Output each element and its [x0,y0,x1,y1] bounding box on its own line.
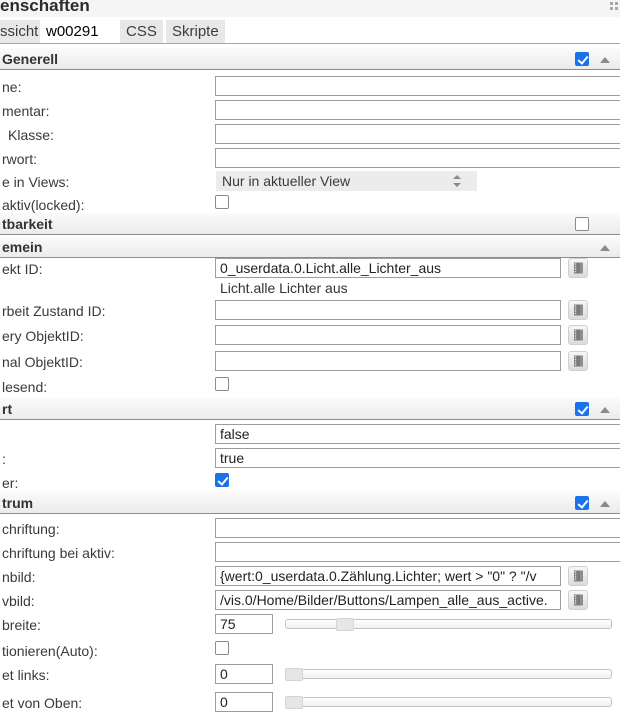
slider-handle[interactable] [336,618,354,631]
links-input[interactable] [215,664,273,684]
field-label-breite: breite: [2,617,41,633]
select-id-button[interactable] [568,325,588,345]
section-header-sichtbarkeit[interactable]: tbarkeit [0,213,620,235]
lesend-checkbox[interactable] [215,377,229,391]
wert-an-input[interactable] [215,448,620,468]
tab-css[interactable]: CSS [120,20,163,44]
panel-titlebar: enschaften [0,0,620,17]
field-label-inverter: er: [2,475,19,491]
breite-slider[interactable] [285,618,612,631]
auto-checkbox[interactable] [215,641,229,655]
section-header-allgemein[interactable]: emein [0,236,620,258]
slider-handle[interactable] [285,696,303,709]
select-id-button[interactable] [568,258,588,278]
bild-input[interactable] [215,566,561,586]
section-title: trum [2,495,34,511]
select-image-button[interactable] [568,590,588,610]
objekt-id-input[interactable] [215,258,561,278]
section-header-zentrum[interactable]: trum [0,492,620,514]
select-id-button[interactable] [568,351,588,371]
tab-strip: ssicht w00291 CSS Skripte [0,17,620,44]
select-image-button[interactable] [568,566,588,586]
section-title: tbarkeit [2,216,53,232]
wert-aus-input[interactable] [215,424,620,444]
notebook-icon [574,304,583,316]
field-label-css-klasse: Klasse: [8,127,54,143]
field-label-views: e in Views: [2,174,70,190]
zustand-id-input[interactable] [215,300,561,320]
views-select-value: Nur in aktueller View [222,173,351,189]
field-label-wert-an: : [2,451,6,467]
collapse-icon[interactable] [600,501,610,507]
kommentar-input[interactable] [215,100,620,120]
beschriftung-aktiv-input[interactable] [215,542,620,562]
field-label-beschriftung-aktiv: chriftung bei aktiv: [2,545,115,561]
links-slider[interactable] [285,668,612,681]
field-label-passwort: rwort: [2,151,37,167]
field-label-name: ne: [2,79,22,95]
name-input[interactable] [215,76,620,96]
views-select[interactable]: Nur in aktueller View [216,171,477,191]
field-label-signal-id: nal ObjektID: [2,354,83,370]
field-label-zustand-id: rbeit Zustand ID: [2,303,106,319]
collapse-icon[interactable] [600,57,610,63]
battery-id-input[interactable] [215,325,561,345]
slider-handle[interactable] [285,668,303,681]
field-label-battery-id: ery ObjektID: [2,328,84,344]
field-label-beschriftung: chriftung: [2,521,60,537]
section-header-wert[interactable]: rt [0,398,620,420]
field-label-locked: aktiv(locked): [2,197,85,213]
locked-checkbox[interactable] [215,195,229,209]
field-label-auto: tionieren(Auto): [2,643,98,659]
passwort-input[interactable] [215,148,620,168]
objekt-id-helper-text: Licht.alle Lichter aus [220,280,348,296]
properties-panel: enschaften ssicht w00291 CSS Skripte Gen… [0,0,620,718]
notebook-icon [574,570,583,582]
collapse-icon[interactable] [600,407,610,413]
field-label-links: et links: [2,667,50,683]
grip-icon[interactable] [610,2,620,11]
section-checkbox[interactable] [575,52,589,66]
aktiv-bild-input[interactable] [215,590,561,610]
notebook-icon [574,355,583,367]
section-title: rt [2,401,13,417]
notebook-icon [574,594,583,606]
tab-ansicht[interactable]: ssicht [0,20,42,44]
field-label-objekt-id: ekt ID: [2,261,43,277]
oben-input[interactable] [215,692,273,712]
section-title: Generell [2,51,59,67]
section-title: emein [2,239,43,255]
tab-widget[interactable]: w00291 [40,20,105,44]
section-checkbox[interactable] [575,496,589,510]
section-checkbox[interactable] [575,217,589,231]
panel-title: enschaften [0,0,90,15]
field-label-oben: et von Oben: [2,695,83,711]
inverter-checkbox[interactable] [215,473,229,487]
notebook-icon [574,329,583,341]
oben-slider[interactable] [285,696,612,709]
beschriftung-input[interactable] [215,518,620,538]
field-label-bild: nbild: [2,569,36,585]
updown-icon [453,175,461,187]
tabstrip-divider [0,43,620,44]
css-klasse-input[interactable] [215,124,620,144]
section-checkbox[interactable] [575,402,589,416]
section-header-generell[interactable]: Generell [0,48,620,70]
collapse-icon[interactable] [600,245,610,251]
signal-id-input[interactable] [215,351,561,371]
field-label-aktiv-bild: vbild: [2,593,35,609]
select-id-button[interactable] [568,300,588,320]
notebook-icon [574,262,583,274]
tab-skripte[interactable]: Skripte [166,20,225,44]
breite-input[interactable] [215,614,273,634]
field-label-lesend: lesend: [2,379,48,395]
field-label-kommentar: mentar: [2,103,50,119]
